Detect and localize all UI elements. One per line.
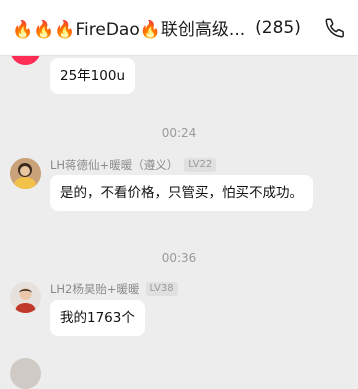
sender-name[interactable]: LH2杨昊贻+暖暖 <box>50 281 140 297</box>
message-bubble[interactable]: 25年100u <box>50 58 136 94</box>
sender-name[interactable]: LH蒋德仙+暖暖（遵义） <box>50 157 178 173</box>
message-bubble[interactable]: 我的1763个 <box>50 300 145 336</box>
timestamp: 00:24 <box>161 126 197 140</box>
chat-header: 🔥🔥🔥FireDao🔥联创高级... (285) <box>0 0 358 56</box>
avatar[interactable] <box>10 358 41 389</box>
phone-icon[interactable] <box>324 17 346 39</box>
group-name: 🔥🔥🔥FireDao🔥联创高级... <box>12 20 246 40</box>
message-text: 是的，不看价格，只管买，怕买不成功。 <box>60 185 303 201</box>
level-badge: LV22 <box>184 158 217 172</box>
group-title[interactable]: 🔥🔥🔥FireDao🔥联创高级... (285) <box>12 15 301 41</box>
message-list[interactable]: 25年100u 00:24 LH蒋德仙+暖暖（遵义） LV22 是的，不看价格，… <box>0 34 358 389</box>
sender-meta: LH2杨昊贻+暖暖 LV38 <box>50 281 178 297</box>
level-badge: LV38 <box>145 282 178 296</box>
avatar[interactable] <box>10 158 41 189</box>
sender-meta: LH蒋德仙+暖暖（遵义） LV22 <box>50 157 217 173</box>
member-count: (285) <box>255 17 301 38</box>
timestamp: 00:36 <box>161 251 197 265</box>
message-text: 我的1763个 <box>60 310 135 326</box>
message-text: 25年100u <box>60 68 126 84</box>
message-bubble[interactable]: 是的，不看价格，只管买，怕买不成功。 <box>50 175 313 211</box>
avatar[interactable] <box>10 282 41 313</box>
avatar-image <box>10 282 41 313</box>
avatar-image <box>10 158 41 189</box>
